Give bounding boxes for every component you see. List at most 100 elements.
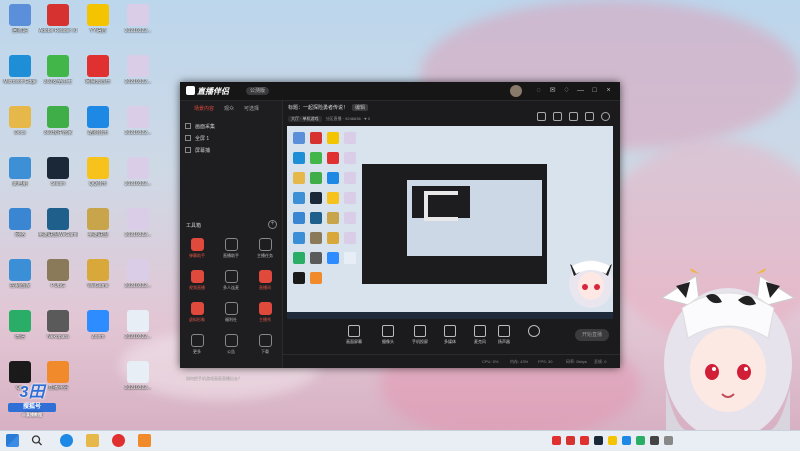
desktop-icon[interactable]: 英雄联盟WeGame	[38, 208, 78, 238]
tray-icon[interactable]	[664, 436, 673, 445]
desktop-icon[interactable]: 微信	[0, 310, 40, 340]
desktop-icon[interactable]: 360安全卫士	[38, 55, 78, 85]
scene-item[interactable]: 全屏 1	[185, 135, 209, 143]
gift-icon[interactable]	[537, 112, 546, 121]
desktop-icon[interactable]: 此电脑	[0, 157, 40, 187]
version-badge[interactable]: 公测版	[246, 87, 270, 95]
desktop-icon[interactable]: 360软件管家	[38, 106, 78, 136]
edit-title-button[interactable]: 编辑	[352, 104, 369, 111]
toolbox-item[interactable]: 视频直播	[184, 270, 210, 291]
eye-icon[interactable]	[185, 135, 191, 141]
toolbox-item[interactable]: 主播任务	[252, 238, 278, 259]
tray-icon[interactable]	[650, 436, 659, 445]
desktop-icon[interactable]: Adobe Reader XI	[38, 4, 78, 34]
app-icon	[9, 157, 31, 179]
toolbox-add-button[interactable]: +	[268, 220, 277, 229]
mail-icon[interactable]: ✉	[548, 86, 557, 95]
category-tag[interactable]: 大厅 · 单机游戏	[288, 116, 322, 122]
desktop-icon[interactable]: Steam	[38, 157, 78, 187]
toolbox-item[interactable]: 直播助手	[218, 238, 244, 259]
tray-icon[interactable]	[566, 436, 575, 445]
desktop-icon[interactable]: 20210322...	[118, 361, 158, 391]
toolbox-item[interactable]: 虚拟形象	[184, 302, 210, 323]
eye-icon[interactable]	[185, 123, 191, 129]
toolbox-item[interactable]: 主播秀	[252, 302, 278, 323]
toolbox-item[interactable]: 福利社	[218, 302, 244, 323]
speaker-button[interactable]: 扬声器	[490, 325, 518, 345]
preview-desktop-icon	[310, 252, 322, 264]
shirt-icon[interactable]: ♢	[562, 86, 571, 95]
toolbox-item[interactable]: 弹幕助手	[184, 238, 210, 259]
vtuber-avatar	[660, 268, 796, 430]
toolbar-label: 多媒体	[444, 339, 456, 344]
desktop-icon[interactable]: Docs	[0, 106, 40, 136]
desktop-icon[interactable]: YY语音	[78, 4, 118, 34]
toolbox-item[interactable]: 多人连麦	[218, 270, 244, 291]
preview-desktop-icon	[310, 132, 322, 144]
tray-icon[interactable]	[608, 436, 617, 445]
tray-icon[interactable]	[622, 436, 631, 445]
desktop-icon[interactable]: WeGame	[78, 259, 118, 289]
tray-icon[interactable]	[552, 436, 561, 445]
desktop-icon[interactable]: 20210322...	[118, 157, 158, 187]
desktop-icon[interactable]: 20210322...	[118, 55, 158, 85]
file-explorer-icon[interactable]	[86, 434, 99, 447]
desktop-icon[interactable]: PUBG	[38, 259, 78, 289]
watermark-logo: 3田 搜狐号 @直播教程	[8, 384, 56, 428]
close-button[interactable]: ×	[604, 86, 613, 95]
tab-audience[interactable]: 观众	[224, 105, 234, 112]
screen-icon[interactable]	[569, 112, 578, 121]
desktop-icon[interactable]: Zoom	[78, 310, 118, 340]
screen-capture-button[interactable]: 画面屏幕	[340, 325, 368, 345]
phone-cast-button[interactable]: 手机投屏	[406, 325, 434, 345]
netease-music-taskbar-icon[interactable]	[112, 434, 125, 447]
status-item: 码率: 0kbps	[566, 359, 587, 364]
scene-item[interactable]: 画面采集	[185, 123, 215, 131]
desktop-icon[interactable]: 20210322...	[118, 259, 158, 289]
start-button[interactable]	[6, 434, 19, 447]
tray-icon[interactable]	[636, 436, 645, 445]
desktop-icon[interactable]: Nekopara	[38, 310, 78, 340]
help-notice[interactable]: 如何把手机游戏画面直播出去？	[186, 376, 242, 382]
media-button[interactable]: 多媒体	[436, 325, 464, 345]
desktop-icon[interactable]: 酷狗音乐	[78, 106, 118, 136]
desktop-icon-label: 20210322...	[124, 232, 152, 238]
go-live-button[interactable]: 开始直播	[575, 329, 609, 341]
edge-taskbar-icon[interactable]	[60, 434, 73, 447]
bell-icon[interactable]	[585, 112, 594, 121]
tool-icon	[224, 270, 238, 283]
tab-options[interactable]: 可选择	[244, 105, 259, 112]
toolbox-item[interactable]: 下载	[252, 334, 278, 355]
eye-icon[interactable]	[185, 147, 191, 153]
desktop-icon[interactable]: 网络	[0, 208, 40, 238]
desktop-icon[interactable]: 英雄联盟	[78, 208, 118, 238]
maximize-button[interactable]: □	[590, 86, 599, 95]
desktop-icon[interactable]: QQ音乐	[78, 157, 118, 187]
scene-item[interactable]: 屏幕捕	[185, 147, 210, 155]
desktop-icon[interactable]	[78, 361, 118, 385]
toolbox-item[interactable]: 直播间	[252, 270, 278, 291]
toolbox-item[interactable]: 更多	[184, 334, 210, 355]
gift-box-icon[interactable]	[553, 112, 562, 121]
desktop-icon[interactable]: Microsoft Edge	[0, 55, 40, 85]
tray-icon[interactable]	[594, 436, 603, 445]
desktop-icon[interactable]: 回收站	[0, 4, 40, 34]
desktop-icon[interactable]: 20210322...	[118, 106, 158, 136]
chat-icon[interactable]: ◌	[534, 86, 543, 95]
toolbox-item[interactable]: 公告	[218, 334, 244, 355]
tab-scene[interactable]: 场景内容	[194, 105, 214, 112]
camera-button[interactable]: 摄像头	[374, 325, 402, 345]
desktop-icon[interactable]: 20210322...	[118, 310, 158, 340]
settings-gear-icon[interactable]	[520, 325, 548, 339]
desktop-icon[interactable]: 网易云音乐	[78, 55, 118, 85]
desktop-icon[interactable]: 20210322...	[118, 208, 158, 238]
desktop-icon[interactable]: 控制面板	[0, 259, 40, 289]
desktop-icon[interactable]: 20210322...	[118, 4, 158, 34]
search-icon[interactable]	[30, 434, 43, 447]
minimize-button[interactable]: —	[576, 86, 585, 95]
tray-icon[interactable]	[580, 436, 589, 445]
share-icon[interactable]	[601, 112, 610, 121]
streaming-app-taskbar-icon[interactable]	[138, 434, 151, 447]
app-icon	[127, 55, 149, 77]
user-avatar[interactable]	[510, 85, 522, 97]
